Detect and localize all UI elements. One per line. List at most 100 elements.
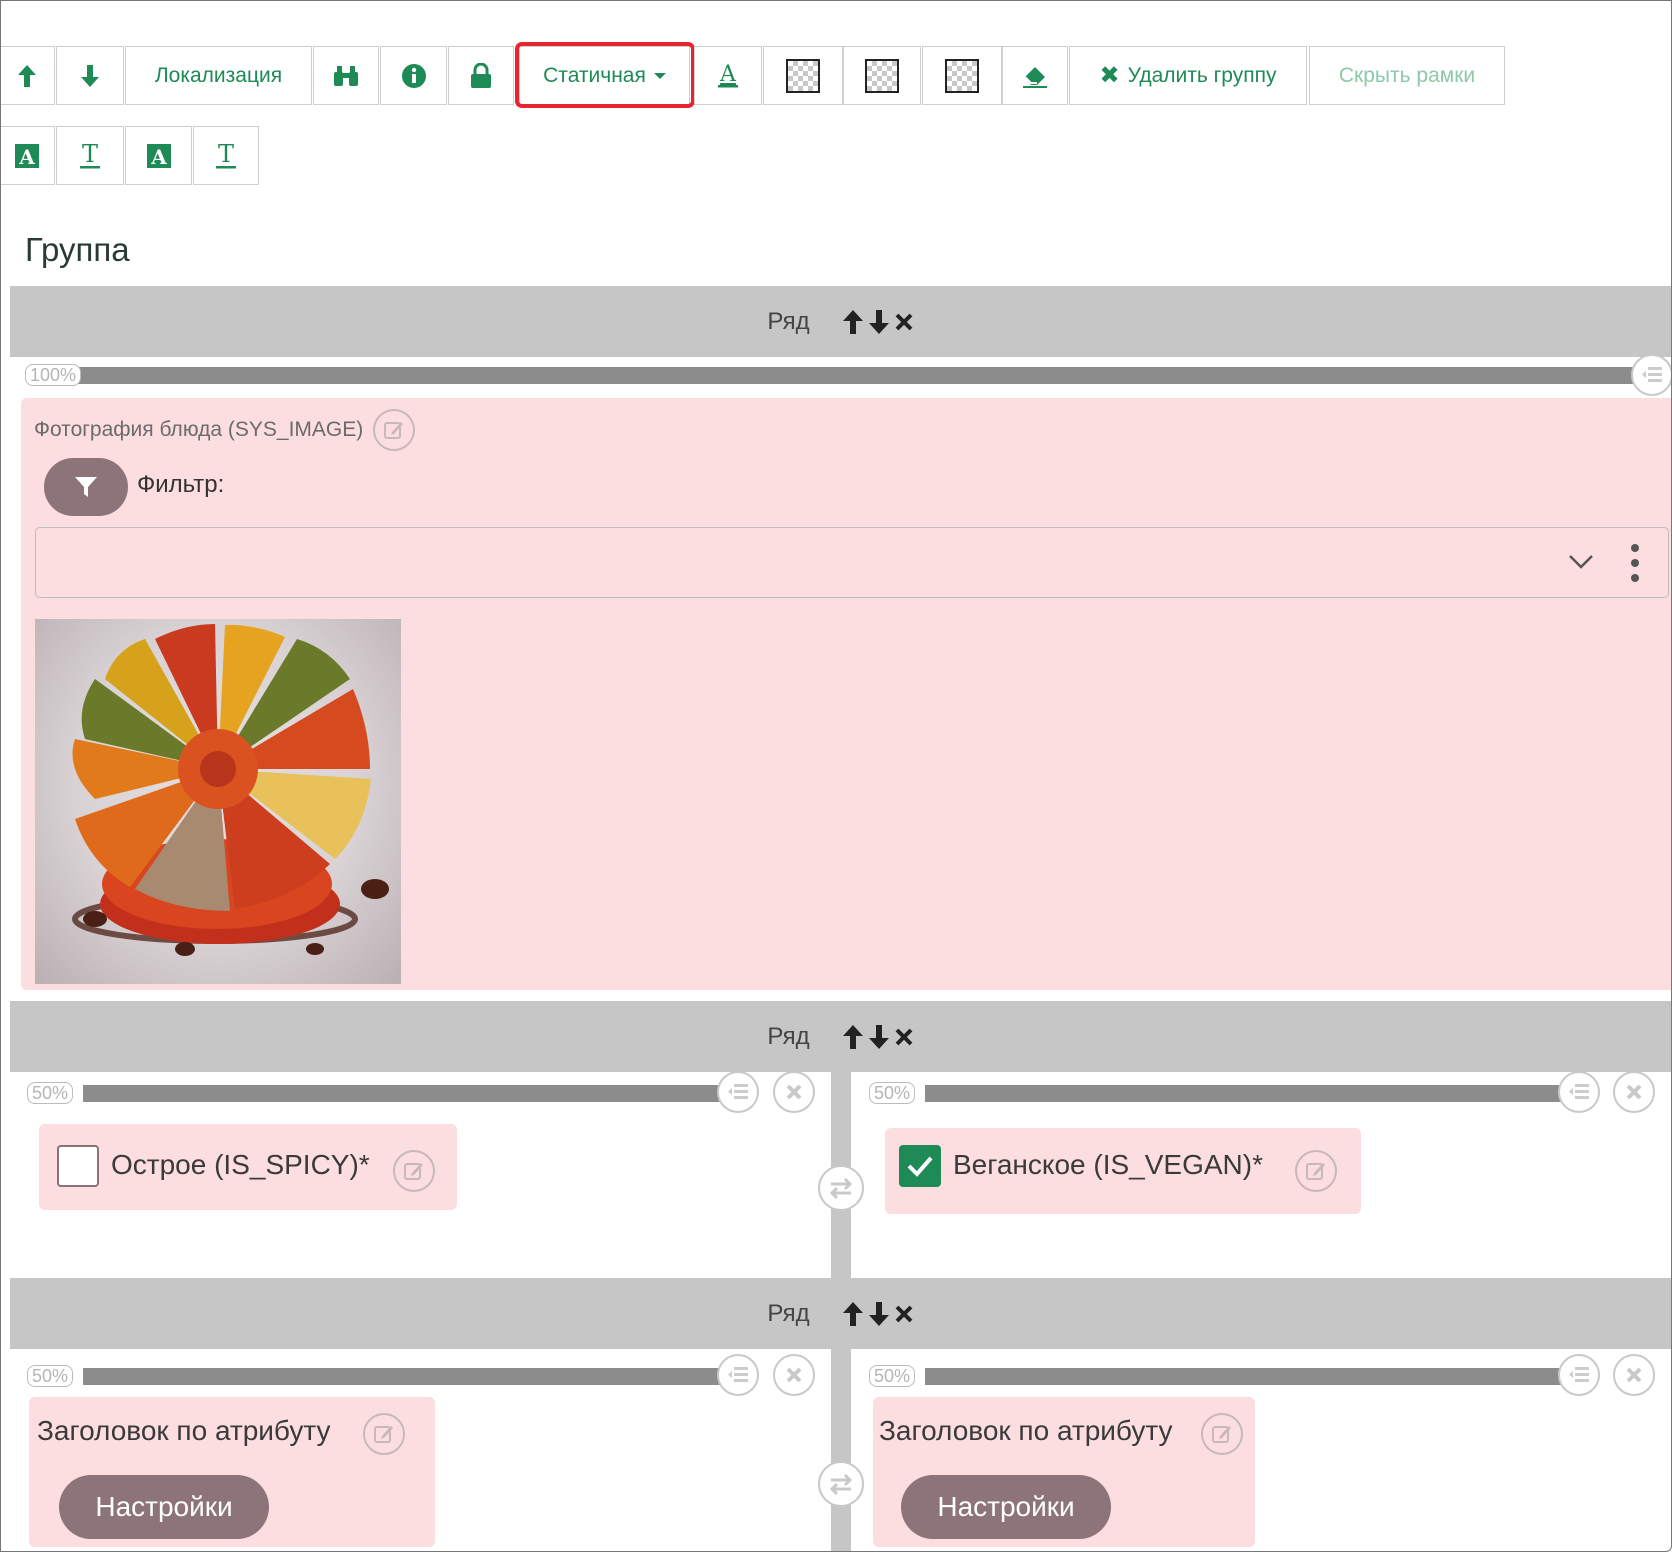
hide-frames-button[interactable]: Скрыть рамки xyxy=(1309,46,1505,105)
filter-icon xyxy=(75,477,97,497)
heading-field-block: Заголовок по атрибуту Настройки xyxy=(29,1397,435,1547)
column-width-bar[interactable]: 50% xyxy=(27,1365,767,1387)
checkbox-field-block: Веганское (IS_VEGAN)* xyxy=(885,1128,1361,1214)
settings-button[interactable]: Настройки xyxy=(59,1475,269,1539)
label-style-button-2[interactable]: A xyxy=(125,126,192,185)
column-width-bar[interactable]: 50% xyxy=(869,1365,1611,1387)
filter-button[interactable] xyxy=(44,458,128,516)
list-indent-icon xyxy=(1642,367,1662,382)
row-header: Ряд xyxy=(10,1278,1671,1349)
localization-button[interactable]: Локализация xyxy=(125,46,312,105)
edit-field-button[interactable] xyxy=(373,409,416,451)
text-style-button-1[interactable]: T xyxy=(56,126,124,185)
column-menu-button[interactable] xyxy=(717,1354,759,1396)
column-menu-button[interactable] xyxy=(717,1071,759,1113)
arrow-up-icon[interactable] xyxy=(842,309,864,335)
edit-field-button[interactable] xyxy=(1295,1150,1337,1192)
row-label: Ряд xyxy=(767,1299,810,1327)
row-controls xyxy=(842,1301,914,1327)
editor-frame: Локализация Статичная A ✖ Удалить группу… xyxy=(0,0,1672,1552)
move-up-button[interactable] xyxy=(1,46,55,105)
filter-select[interactable] xyxy=(35,527,1669,598)
remove-column-button[interactable] xyxy=(773,1071,815,1113)
arrow-down-icon[interactable] xyxy=(868,1301,890,1327)
settings-button[interactable]: Настройки xyxy=(901,1475,1111,1539)
width-percent: 50% xyxy=(869,1082,916,1104)
background-button-1[interactable] xyxy=(763,46,843,105)
column-width-bar[interactable]: 100% xyxy=(25,364,1671,386)
arrow-up-icon[interactable] xyxy=(842,1024,864,1050)
remove-column-button[interactable] xyxy=(773,1354,815,1396)
width-percent: 100% xyxy=(25,364,82,386)
checker-icon xyxy=(865,58,899,93)
column-menu-button[interactable] xyxy=(1631,354,1671,396)
label-style-button-1[interactable]: A xyxy=(1,126,55,185)
heading-field-block: Заголовок по атрибуту Настройки xyxy=(873,1397,1255,1547)
text-style-button-2[interactable]: T xyxy=(193,126,259,185)
edit-field-button[interactable] xyxy=(363,1413,405,1455)
width-track xyxy=(925,1368,1593,1385)
heading-label: Заголовок по атрибуту xyxy=(37,1415,331,1446)
dish-photo xyxy=(35,619,401,984)
column-menu-button[interactable] xyxy=(1558,1071,1600,1113)
delete-group-button[interactable]: ✖ Удалить группу xyxy=(1069,46,1307,105)
close-icon[interactable] xyxy=(894,312,914,332)
close-icon: ✖ xyxy=(1099,62,1120,89)
close-icon xyxy=(1626,1367,1642,1383)
list-indent-icon xyxy=(1569,1084,1589,1099)
width-track xyxy=(83,1085,749,1102)
svg-text:T: T xyxy=(82,142,98,168)
localization-label: Локализация xyxy=(154,63,283,87)
is-spicy-checkbox[interactable] xyxy=(57,1145,99,1187)
row-controls xyxy=(842,309,914,335)
font-color-icon: A xyxy=(718,62,738,87)
remove-column-button[interactable] xyxy=(1613,1071,1655,1113)
info-button[interactable] xyxy=(380,46,447,105)
edit-icon xyxy=(1212,1426,1231,1443)
swap-columns-button[interactable] xyxy=(818,1165,864,1211)
edit-icon xyxy=(404,1163,423,1180)
arrow-up-icon xyxy=(18,64,36,87)
svg-text:A: A xyxy=(719,62,737,87)
eraser-button[interactable] xyxy=(1002,46,1068,105)
chevron-down-icon[interactable] xyxy=(1568,553,1594,571)
swap-columns-button[interactable] xyxy=(818,1461,864,1507)
list-indent-icon xyxy=(728,1367,748,1382)
text-t-icon: T xyxy=(80,142,100,168)
row-label: Ряд xyxy=(767,1022,810,1050)
close-icon[interactable] xyxy=(894,1027,914,1047)
move-down-button[interactable] xyxy=(56,46,124,105)
arrow-up-icon[interactable] xyxy=(842,1301,864,1327)
letter-a-box-icon: A xyxy=(15,143,39,168)
width-track xyxy=(83,1368,749,1385)
info-icon xyxy=(401,63,426,88)
search-button[interactable] xyxy=(313,46,379,105)
edit-field-button[interactable] xyxy=(393,1150,435,1192)
checkmark-icon xyxy=(907,1156,933,1177)
binoculars-icon xyxy=(334,65,358,86)
arrow-down-icon[interactable] xyxy=(868,1024,890,1050)
delete-group-label: Удалить группу xyxy=(1127,63,1277,87)
column-width-bar[interactable]: 50% xyxy=(27,1082,767,1104)
width-track xyxy=(925,1085,1593,1102)
is-vegan-checkbox[interactable] xyxy=(899,1145,941,1187)
text-color-button[interactable]: A xyxy=(694,46,762,105)
background-button-3[interactable] xyxy=(922,46,1002,105)
checkbox-label: Острое (IS_SPICY)* xyxy=(111,1149,370,1180)
lock-icon xyxy=(471,62,491,88)
checkbox-label: Веганское (IS_VEGAN)* xyxy=(953,1149,1263,1180)
background-button-2[interactable] xyxy=(843,46,921,105)
width-percent: 50% xyxy=(869,1365,916,1387)
remove-column-button[interactable] xyxy=(1613,1354,1655,1396)
column-menu-button[interactable] xyxy=(1558,1354,1600,1396)
close-icon[interactable] xyxy=(894,1304,914,1324)
more-vertical-icon[interactable] xyxy=(1630,543,1640,583)
edit-field-button[interactable] xyxy=(1201,1413,1243,1455)
column-width-bar[interactable]: 50% xyxy=(869,1082,1611,1104)
swap-icon xyxy=(829,1473,853,1496)
lock-button[interactable] xyxy=(448,46,514,105)
row-header: Ряд xyxy=(10,1001,1671,1072)
arrow-down-icon[interactable] xyxy=(868,309,890,335)
row-controls xyxy=(842,1024,914,1050)
svg-text:T: T xyxy=(218,142,234,168)
